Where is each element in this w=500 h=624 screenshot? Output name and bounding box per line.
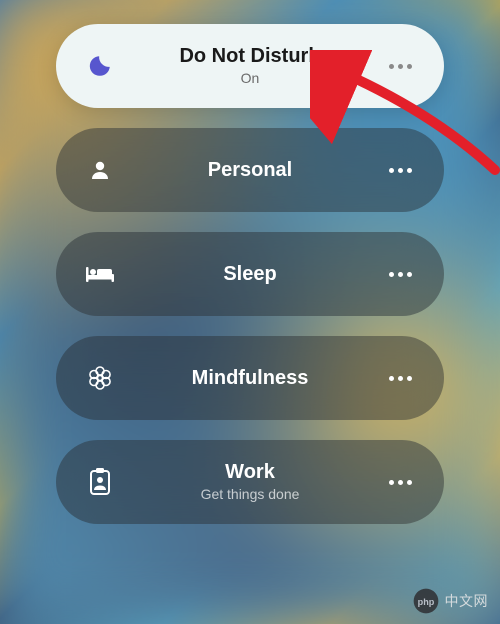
- focus-item-title: Work: [225, 460, 275, 485]
- focus-mode-list: Do Not Disturb On Personal: [0, 0, 500, 524]
- svg-text:php: php: [417, 597, 434, 607]
- bed-icon: [82, 263, 118, 285]
- focus-item-text: Personal: [118, 158, 382, 183]
- badge-icon: [82, 468, 118, 496]
- focus-item-subtitle: On: [241, 70, 260, 88]
- more-button[interactable]: [382, 168, 418, 173]
- php-logo-icon: php: [413, 588, 439, 614]
- focus-item-title: Personal: [208, 158, 292, 183]
- focus-item-title: Do Not Disturb: [179, 44, 320, 69]
- focus-item-personal[interactable]: Personal: [56, 128, 444, 212]
- flower-icon: [82, 365, 118, 391]
- watermark: php 中文网: [413, 588, 489, 614]
- focus-item-text: Do Not Disturb On: [118, 44, 382, 88]
- focus-item-title: Sleep: [223, 262, 276, 287]
- focus-item-text: Sleep: [118, 262, 382, 287]
- watermark-text: 中文网: [445, 591, 489, 611]
- more-button[interactable]: [382, 480, 418, 485]
- focus-item-title: Mindfulness: [192, 366, 309, 391]
- focus-item-subtitle: Get things done: [201, 486, 300, 504]
- person-icon: [82, 158, 118, 182]
- focus-item-text: Work Get things done: [118, 460, 382, 504]
- more-button[interactable]: [382, 272, 418, 277]
- more-button[interactable]: [382, 64, 418, 69]
- focus-item-dnd[interactable]: Do Not Disturb On: [56, 24, 444, 108]
- more-button[interactable]: [382, 376, 418, 381]
- focus-item-sleep[interactable]: Sleep: [56, 232, 444, 316]
- moon-icon: [82, 53, 118, 79]
- focus-item-work[interactable]: Work Get things done: [56, 440, 444, 524]
- focus-item-mindfulness[interactable]: Mindfulness: [56, 336, 444, 420]
- focus-item-text: Mindfulness: [118, 366, 382, 391]
